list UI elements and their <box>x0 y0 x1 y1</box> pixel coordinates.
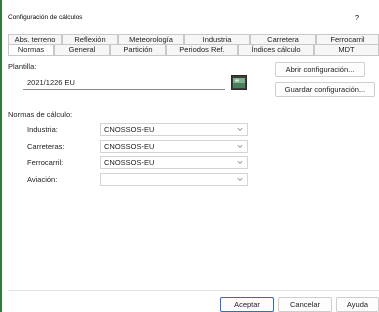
tab-row-2: Normas General Partición Periodos Ref. Í… <box>8 44 379 55</box>
accept-button[interactable]: Aceptar <box>220 297 274 312</box>
ferrocarril-select-value: CNOSSOS-EU <box>104 158 155 167</box>
footer-divider <box>8 290 379 291</box>
chevron-down-icon <box>237 127 243 131</box>
tab-particion[interactable]: Partición <box>110 44 166 55</box>
config-dialog: Configuración de cálculos ? Abs. terreno… <box>0 0 379 312</box>
aviacion-select[interactable] <box>100 173 248 186</box>
ferrocarril-label: Ferrocarril: <box>27 158 64 167</box>
chevron-down-icon <box>237 177 243 181</box>
normas-label: Normas de cálculo: <box>8 110 73 119</box>
tab-mdt[interactable]: MDT <box>314 44 379 55</box>
chevron-down-icon <box>237 144 243 148</box>
window-accent-edge <box>0 0 2 312</box>
tab-general[interactable]: General <box>54 44 110 55</box>
ferrocarril-select[interactable]: CNOSSOS-EU <box>100 156 248 169</box>
open-config-button[interactable]: Abrir configuración... <box>275 62 365 77</box>
help-button[interactable]: Ayuda <box>336 297 379 312</box>
plantilla-label: Plantilla: <box>8 62 37 71</box>
cancel-button[interactable]: Cancelar <box>278 297 332 312</box>
carreteras-select[interactable]: CNOSSOS-EU <box>100 140 248 153</box>
browse-folder-button[interactable] <box>231 75 247 90</box>
tab-periodos-ref[interactable]: Periodos Ref. <box>166 44 238 55</box>
dialog-title: Configuración de cálculos <box>8 14 83 21</box>
help-title-button[interactable]: ? <box>355 13 359 22</box>
carreteras-label: Carreteras: <box>27 142 65 151</box>
tab-panel-border <box>8 55 379 56</box>
folder-icon <box>231 75 247 90</box>
aviacion-label: Aviación: <box>27 175 58 184</box>
save-config-button[interactable]: Guardar configuración... <box>275 82 375 97</box>
plantilla-field[interactable]: 2021/1226 EU <box>23 75 225 90</box>
industria-label: Industria: <box>27 125 58 134</box>
tab-indices-calculo[interactable]: Índices cálculo <box>238 44 314 55</box>
chevron-down-icon <box>237 160 243 164</box>
industria-select[interactable]: CNOSSOS-EU <box>100 123 248 136</box>
tab-normas[interactable]: Normas <box>8 44 54 55</box>
industria-select-value: CNOSSOS-EU <box>104 125 155 134</box>
title-bar: Configuración de cálculos ? <box>2 0 379 32</box>
carreteras-select-value: CNOSSOS-EU <box>104 142 155 151</box>
